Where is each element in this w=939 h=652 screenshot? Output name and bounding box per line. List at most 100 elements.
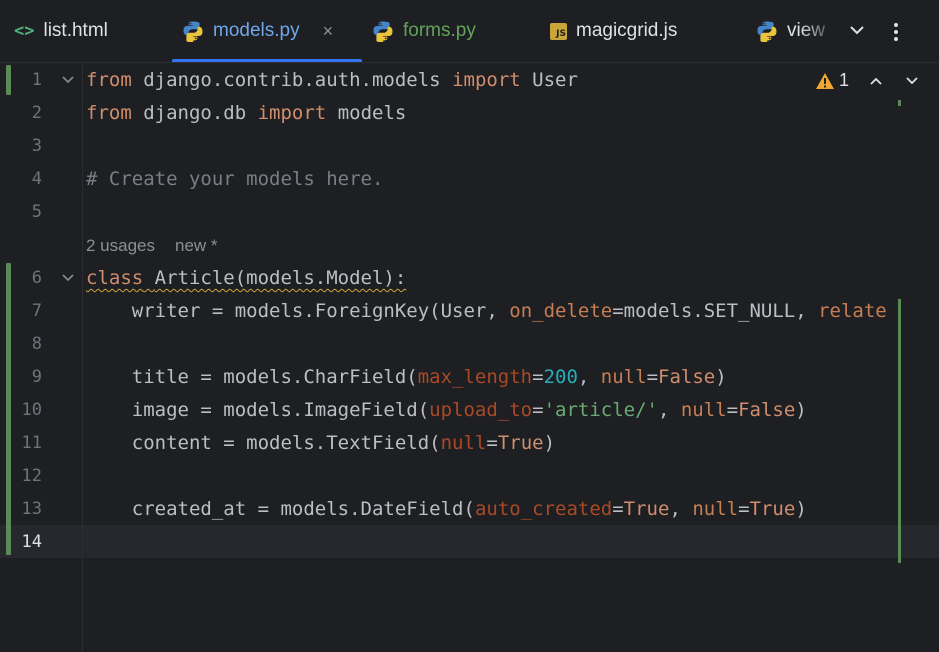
line-number: 2: [31, 103, 42, 123]
code-token: created_at = models.DateField(: [86, 498, 475, 520]
code-text: writer = models.ForeignKey(User, on_dele…: [86, 295, 887, 328]
code-text: class Article(models.Model):: [86, 262, 406, 295]
html-file-icon: <>: [14, 21, 35, 41]
keyword-argument: null: [600, 366, 647, 388]
code-line[interactable]: 14: [0, 526, 939, 559]
fold-chevron-icon[interactable]: [62, 75, 74, 85]
line-number: 1: [31, 70, 42, 90]
code-line: 4 # Create your models here.: [0, 163, 939, 196]
keyword: import: [452, 69, 521, 91]
line-number: 8: [31, 334, 42, 354]
keyword: import: [257, 102, 327, 124]
code-token: =: [646, 366, 659, 388]
code-token: title = models.CharField(: [86, 366, 418, 388]
python-icon: [183, 21, 203, 42]
code-token: ): [715, 366, 727, 388]
code-token: =: [726, 399, 739, 421]
code-line: 7 writer = models.ForeignKey(User, on_de…: [0, 295, 939, 328]
keyword: from: [86, 69, 132, 91]
tab-models-py[interactable]: models.py ×: [171, 0, 363, 62]
tab-label: list.html: [43, 20, 108, 41]
code-line: 11 content = models.TextField(null=True): [0, 427, 939, 460]
code-token: image = models.ImageField(: [86, 399, 430, 421]
code-line: 10 image = models.ImageField(upload_to='…: [0, 394, 939, 427]
keyword-argument: auto_created: [474, 498, 613, 520]
code-text: from django.db import models: [86, 97, 406, 130]
keyword: True: [623, 498, 670, 520]
tab-list-html[interactable]: <> list.html: [14, 0, 108, 62]
code-editor[interactable]: 1 from django.contrib.auth.models import…: [0, 63, 939, 652]
code-token: django.contrib.auth.models: [131, 69, 453, 91]
author-hint[interactable]: new *: [175, 236, 218, 255]
code-token: User: [520, 69, 578, 91]
code-token: ,: [577, 366, 601, 388]
inspections-widget[interactable]: 1: [815, 70, 919, 91]
python-icon: [757, 21, 777, 42]
code-token: content = models.TextField(: [86, 432, 441, 454]
code-text: image = models.ImageField(upload_to='art…: [86, 394, 807, 427]
code-line: 8: [0, 328, 939, 361]
code-token: ): [543, 432, 556, 454]
line-number: 11: [21, 433, 42, 453]
code-token: =: [532, 399, 544, 421]
keyword-argument: null: [680, 399, 727, 421]
keyword-argument: null: [440, 432, 487, 454]
line-number: 5: [31, 202, 42, 222]
keyword-argument: max_length: [417, 366, 533, 388]
code-line: 6 class Article(models.Model):: [0, 262, 939, 295]
code-line: 2 from django.db import models: [0, 97, 939, 130]
code-token: =: [532, 366, 544, 388]
code-line: 3: [0, 130, 939, 163]
code-token: ): [795, 498, 807, 520]
code-line: 12: [0, 460, 939, 493]
line-number: 13: [21, 499, 42, 519]
show-hidden-tabs-chevron-down-icon[interactable]: [849, 24, 865, 36]
line-number: 7: [31, 301, 42, 321]
code-line: 5: [0, 196, 939, 229]
javascript-icon: JS: [550, 22, 567, 40]
line-number: 12: [21, 466, 42, 486]
editor-tab-bar: <> list.html models.py × forms.py JS mag…: [0, 0, 939, 63]
line-number: 10: [21, 400, 42, 420]
line-number: 14: [21, 532, 42, 552]
keyword: from: [86, 102, 132, 124]
line-number: 9: [31, 367, 42, 387]
more-actions-kebab-icon[interactable]: [893, 22, 899, 42]
code-line: 9 title = models.CharField(max_length=20…: [0, 361, 939, 394]
tab-magicgrid-js[interactable]: JS magicgrid.js: [550, 0, 677, 62]
close-tab-icon[interactable]: ×: [323, 21, 334, 42]
code-token: ,: [669, 498, 693, 520]
line-number: 3: [31, 136, 42, 156]
keyword: False: [738, 399, 796, 421]
code-token: =: [612, 498, 624, 520]
python-icon: [373, 21, 393, 42]
keyword-argument: relate: [818, 300, 887, 322]
keyword: True: [749, 498, 796, 520]
next-highlighted-error-chevron-down-icon[interactable]: [905, 76, 919, 86]
keyword-argument: upload_to: [429, 399, 533, 421]
usages-hint[interactable]: 2 usages: [86, 236, 155, 255]
tab-forms-py[interactable]: forms.py: [372, 0, 476, 62]
code-token: writer = models.ForeignKey(User,: [86, 300, 510, 322]
code-token: django.db: [131, 102, 258, 124]
tab-overflow-fade: [800, 0, 840, 62]
class-declaration: Article(models.Model):: [154, 267, 407, 289]
code-token: =models.SET_NULL,: [612, 300, 819, 322]
tab-label: forms.py: [403, 20, 476, 41]
string-literal: 'article/': [543, 399, 658, 421]
code-token: ,: [657, 399, 681, 421]
keyword: class: [86, 267, 144, 289]
code-text: created_at = models.DateField(auto_creat…: [86, 493, 807, 526]
code-token: =: [486, 432, 498, 454]
line-number: 6: [31, 268, 42, 288]
warning-icon[interactable]: [815, 72, 835, 90]
previous-highlighted-error-chevron-up-icon[interactable]: [869, 76, 883, 86]
warning-count[interactable]: 1: [839, 70, 849, 91]
keyword-argument: on_delete: [509, 300, 613, 322]
code-token: ): [795, 399, 807, 421]
code-vision-hint[interactable]: 2 usages new *: [86, 229, 218, 262]
code-token: models: [326, 102, 407, 124]
fold-chevron-icon[interactable]: [62, 273, 74, 283]
keyword-argument: null: [692, 498, 739, 520]
